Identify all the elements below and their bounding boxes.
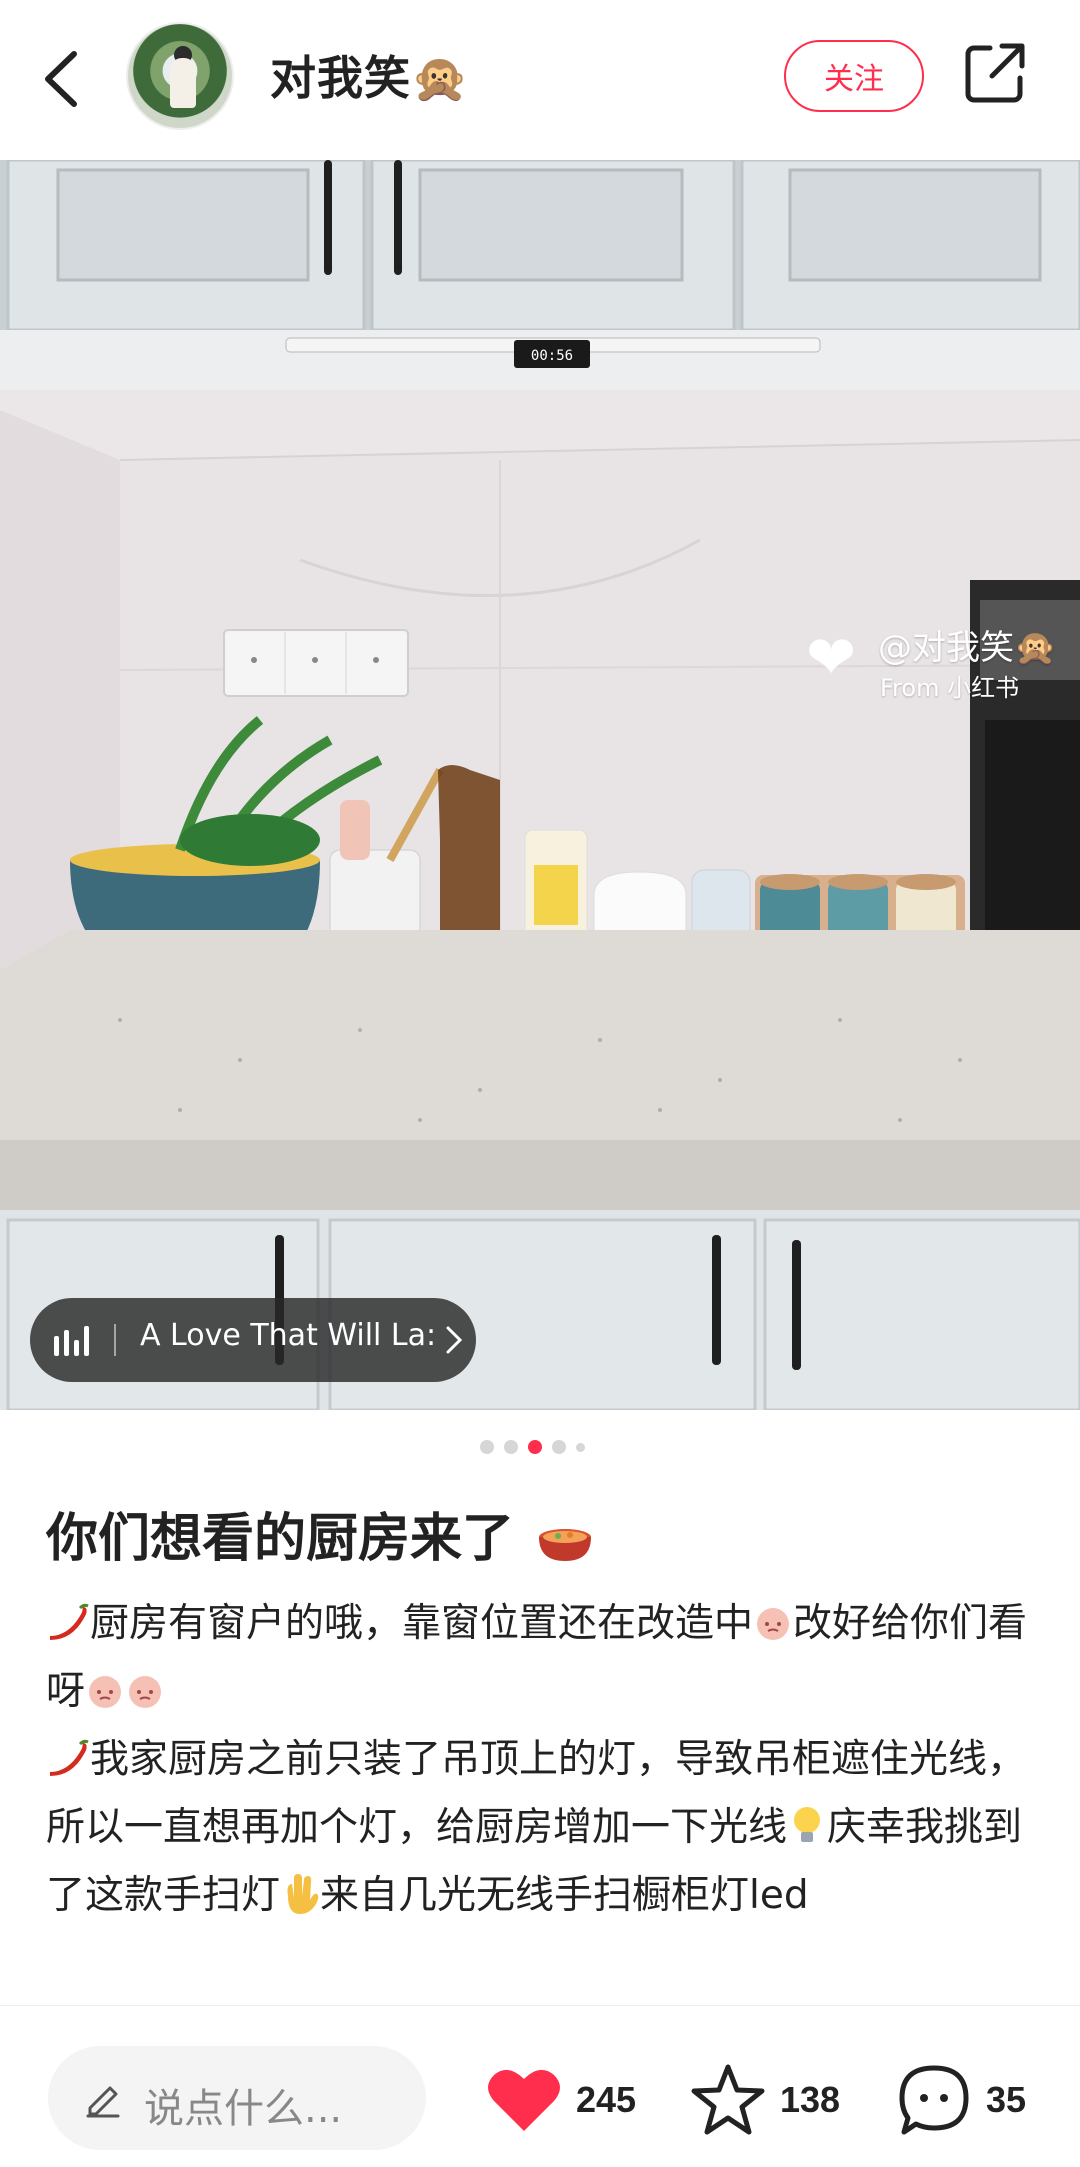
- star-icon: [691, 2064, 765, 2135]
- carousel-dot[interactable]: [504, 1440, 518, 1454]
- follow-button[interactable]: 关注: [784, 40, 924, 112]
- chevron-right-icon: [446, 1326, 463, 1354]
- watermark-source: From 小红书: [880, 674, 1020, 702]
- stew-pot-icon: [539, 1529, 592, 1561]
- pencil-icon: [86, 2086, 120, 2118]
- body-line2-c: 来自几光无线手扫橱柜灯led: [320, 1873, 809, 1918]
- comment-count: 35: [986, 2079, 1027, 2120]
- heart-icon: [488, 2069, 560, 2131]
- carousel-dot[interactable]: [480, 1440, 494, 1454]
- light-bulb-icon: [794, 1807, 821, 1842]
- share-icon[interactable]: [962, 40, 1028, 106]
- post-image-carousel[interactable]: 00:56 ❤ @对我笑🙊 From 小红书 A Love That Will …: [0, 160, 1080, 1410]
- carousel-dot[interactable]: [552, 1440, 566, 1454]
- watermark-heart-icon: ❤: [806, 623, 857, 693]
- peach-face-icon: [89, 1676, 122, 1708]
- peach-face-icon: [129, 1676, 162, 1708]
- like-count: 245: [576, 2079, 637, 2120]
- favorite-count: 138: [780, 2079, 841, 2120]
- back-arrow-icon[interactable]: [38, 44, 86, 114]
- chili-pepper-icon: [50, 1739, 89, 1776]
- bottom-action-bar: 说点什么... 245 138 35: [0, 2005, 1080, 2167]
- chili-pepper-icon: [50, 1603, 89, 1640]
- comment-input[interactable]: 说点什么...: [48, 2046, 426, 2150]
- music-bars-icon: [54, 1326, 89, 1356]
- light-clock-display: 00:56: [531, 348, 573, 364]
- top-nav-bar: 对我笑🙊 关注: [0, 0, 1080, 160]
- like-button[interactable]: 245: [486, 2062, 636, 2138]
- carousel-dot-active[interactable]: [528, 1440, 542, 1454]
- carousel-indicator: [480, 1440, 585, 1454]
- kitchen-photo: 00:56: [0, 160, 1080, 1410]
- avatar[interactable]: [126, 22, 234, 130]
- comment-placeholder: 说点什么...: [144, 2086, 343, 2132]
- music-divider: [114, 1324, 116, 1356]
- carousel-dot[interactable]: [576, 1442, 585, 1452]
- body-line1-a: 厨房有窗户的哦，靠窗位置还在改造中: [90, 1601, 754, 1646]
- post-title-text: 你们想看的厨房来了: [46, 1509, 515, 1569]
- post-title: 你们想看的厨房来了: [46, 1496, 594, 1571]
- background-music-pill[interactable]: A Love That Will La:: [30, 1298, 476, 1382]
- peach-face-icon: [757, 1608, 790, 1640]
- watermark-handle: @对我笑🙊: [878, 628, 1057, 668]
- post-body: 厨房有窗户的哦，靠窗位置还在改造中 改好给你们看呀 我家厨房之前只装了吊顶上的灯，导…: [46, 1590, 1046, 1930]
- comment-bubble-icon: [899, 2065, 969, 2135]
- music-title: A Love That Will La:: [140, 1318, 437, 1353]
- waving-hand-icon: [287, 1874, 319, 1914]
- author-username[interactable]: 对我笑🙊: [270, 42, 469, 108]
- favorite-button[interactable]: 138: [690, 2062, 840, 2138]
- comment-button[interactable]: 35: [896, 2062, 1026, 2138]
